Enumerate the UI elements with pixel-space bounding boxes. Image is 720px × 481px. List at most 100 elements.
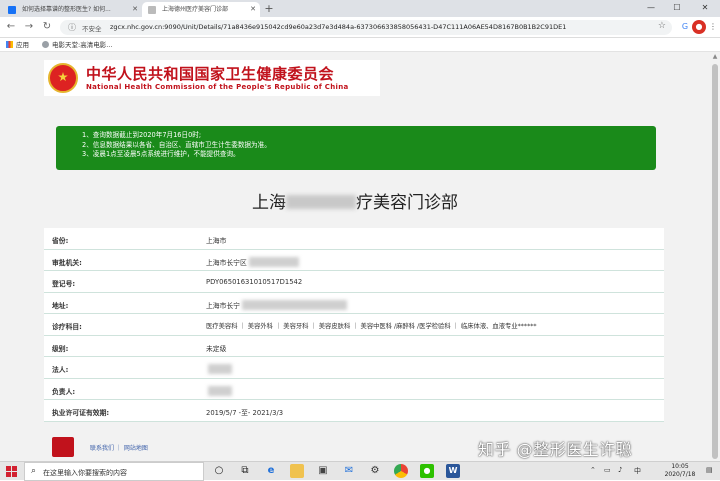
settings-gear-icon[interactable]: ⚙: [368, 464, 382, 478]
notice-line: 3、凌晨1点至凌晨5点系统进行维护，不能提供查询。: [82, 150, 240, 158]
detail-value: PDY06501631010517D1542: [206, 278, 303, 286]
apps-grid-icon: [6, 41, 13, 48]
file-explorer-icon[interactable]: [290, 464, 304, 478]
detail-row-license-period: 执业许可证有效期: 2019/5/7 -至- 2021/3/3: [44, 400, 664, 422]
detail-row-departments: 诊疗科目: 医疗美容科 ｜ 美容外科 ｜ 美容牙科 ｜ 美容皮肤科 ｜ 美容中医…: [44, 314, 664, 336]
google-translate-icon[interactable]: G: [678, 20, 692, 34]
notice-box: 1、查询数据截止到2020年7月16日0时; 2、信息数据结果以各省、自治区、直…: [56, 126, 656, 170]
minimize-icon[interactable]: —: [640, 0, 662, 17]
info-icon[interactable]: ⓘ: [68, 22, 76, 33]
tray-chevron-icon[interactable]: ⌃: [590, 466, 596, 474]
detail-row-approval: 审批机关: 上海市长宁区: [44, 250, 664, 271]
notice-line: 1、查询数据截止到2020年7月16日0时;: [82, 131, 202, 139]
bookmark-movie-site[interactable]: 电影天堂:高清电影...: [42, 40, 112, 50]
new-tab-button[interactable]: +: [262, 2, 276, 16]
chrome-icon[interactable]: [394, 464, 408, 478]
search-placeholder: 在这里输入你要搜索的内容: [43, 469, 127, 477]
store-icon[interactable]: ▣: [316, 464, 330, 478]
edge-icon[interactable]: e: [264, 464, 278, 478]
detail-row-address: 地址: 上海市长宁: [44, 293, 664, 314]
ministry-name-en: National Health Commission of the People…: [86, 83, 349, 91]
detail-value: [206, 364, 232, 374]
page-scrollbar[interactable]: ▲: [710, 52, 720, 461]
detail-value: 上海市长宁: [206, 299, 347, 310]
detail-value: 上海市长宁区: [206, 256, 299, 267]
detail-label: 负责人:: [52, 387, 76, 396]
page-icon: [42, 41, 49, 48]
word-icon[interactable]: W: [446, 464, 460, 478]
security-label: 不安全: [82, 25, 102, 33]
profile-avatar-icon[interactable]: ●: [692, 20, 706, 34]
tab-label: 如何选择靠谱的整形医生? 如何...: [22, 6, 111, 13]
detail-label: 登记号:: [52, 280, 76, 288]
detail-value: 上海市: [206, 237, 227, 245]
bookmark-apps[interactable]: 应用: [6, 40, 29, 50]
detail-label: 法人:: [52, 366, 69, 374]
close-window-icon[interactable]: ✕: [694, 0, 716, 17]
notification-icon[interactable]: ▤: [706, 466, 713, 474]
close-tab-icon[interactable]: ✕: [132, 2, 138, 17]
details-table: 省份: 上海市 审批机关: 上海市长宁区 登记号: PDY06501631010…: [44, 228, 664, 422]
network-icon[interactable]: ▭: [604, 466, 611, 474]
url-text[interactable]: zgcx.nhc.gov.cn:9090/Unit/Details/71a843…: [110, 23, 566, 31]
page-content: 中华人民共和国国家卫生健康委员会 National Health Commiss…: [0, 52, 710, 461]
redacted-blur: [241, 299, 347, 310]
detail-row-registration: 登记号: PDY06501631010517D1542: [44, 271, 664, 293]
redacted-blur: [286, 195, 356, 209]
cortana-icon[interactable]: ○: [212, 464, 226, 478]
footer-links[interactable]: 联系我们 ｜ 网站地图: [90, 443, 148, 452]
detail-label: 级别:: [52, 344, 69, 353]
task-view-icon[interactable]: ⧉: [238, 464, 252, 478]
tab-label: 上海德州医疗美容门诊部: [162, 6, 229, 13]
detail-row-level: 级别: 未定级: [44, 336, 664, 357]
detail-value: [206, 385, 232, 396]
detail-label: 执业许可证有效期:: [52, 409, 110, 417]
site-header-banner[interactable]: 中华人民共和国国家卫生健康委员会 National Health Commiss…: [44, 60, 380, 96]
bookmarks-bar: 应用 电影天堂:高清电影...: [0, 38, 720, 52]
zhihu-watermark: 知乎 @整形医生许聪: [478, 440, 633, 459]
scroll-thumb[interactable]: [712, 64, 718, 459]
maximize-icon[interactable]: ☐: [666, 0, 688, 17]
system-clock[interactable]: 10:05 2020/7/18: [658, 463, 702, 479]
menu-dots-icon[interactable]: ⋮: [706, 20, 720, 34]
bookmark-star-icon[interactable]: ☆: [658, 21, 666, 31]
redacted-blur: [208, 385, 232, 396]
redacted-blur: [248, 256, 299, 267]
wechat-icon[interactable]: ●: [420, 464, 434, 478]
detail-label: 诊疗科目:: [52, 323, 82, 331]
tab-nhc-details[interactable]: 上海德州医疗美容门诊部 ✕: [142, 2, 260, 17]
detail-label: 地址:: [52, 301, 69, 310]
windows-start-button[interactable]: [0, 462, 24, 481]
page-favicon-icon: [148, 6, 156, 14]
detail-value: 2019/5/7 -至- 2021/3/3: [206, 409, 284, 417]
close-tab-icon[interactable]: ✕: [250, 2, 256, 17]
detail-label: 审批机关:: [52, 258, 82, 267]
notice-line: 2、信息数据结果以各省、自治区、直辖市卫生计生委数据为准。: [82, 140, 271, 149]
forward-icon[interactable]: →: [22, 20, 36, 34]
browser-toolbar: ← → ↻ ⓘ 不安全 zgcx.nhc.gov.cn:9090/Unit/De…: [0, 17, 720, 38]
search-icon: ⌕: [31, 466, 37, 476]
ministry-name-cn: 中华人民共和国国家卫生健康委员会: [86, 65, 335, 83]
footer-logo-icon: [52, 437, 74, 457]
detail-row-province: 省份: 上海市: [44, 228, 664, 250]
detail-label: 省份:: [52, 237, 69, 245]
detail-value: 未定级: [206, 344, 227, 353]
volume-icon[interactable]: ♪: [618, 466, 622, 474]
detail-row-legal-person: 法人:: [44, 357, 664, 379]
taskbar-search-box[interactable]: ⌕ 在这里输入你要搜索的内容: [24, 462, 204, 481]
ime-icon[interactable]: 中: [634, 466, 641, 476]
browser-tab-strip: 如何选择靠谱的整形医生? 如何... ✕ 上海德州医疗美容门诊部 ✕ + — ☐…: [0, 0, 720, 17]
mail-icon[interactable]: ✉: [342, 464, 356, 478]
address-bar[interactable]: ⓘ 不安全 zgcx.nhc.gov.cn:9090/Unit/Details/…: [60, 20, 672, 35]
redacted-blur: [208, 364, 232, 374]
national-emblem-icon: [48, 63, 78, 93]
zhihu-favicon-icon: [8, 6, 16, 14]
detail-row-responsible: 负责人:: [44, 379, 664, 400]
back-icon[interactable]: ←: [4, 20, 18, 34]
unit-title: 上海 疗美容门诊部: [252, 193, 458, 213]
detail-value: 医疗美容科 ｜ 美容外科 ｜ 美容牙科 ｜ 美容皮肤科 ｜ 美容中医科 /麻醉科…: [206, 323, 537, 330]
reload-icon[interactable]: ↻: [40, 20, 54, 34]
scroll-up-icon[interactable]: ▲: [710, 52, 720, 62]
windows-taskbar: ⌕ 在这里输入你要搜索的内容 ○ ⧉ e ▣ ✉ ⚙ ● W ⌃ ▭ ♪ 中 1…: [0, 461, 720, 481]
tab-zhihu[interactable]: 如何选择靠谱的整形医生? 如何... ✕: [2, 2, 142, 17]
